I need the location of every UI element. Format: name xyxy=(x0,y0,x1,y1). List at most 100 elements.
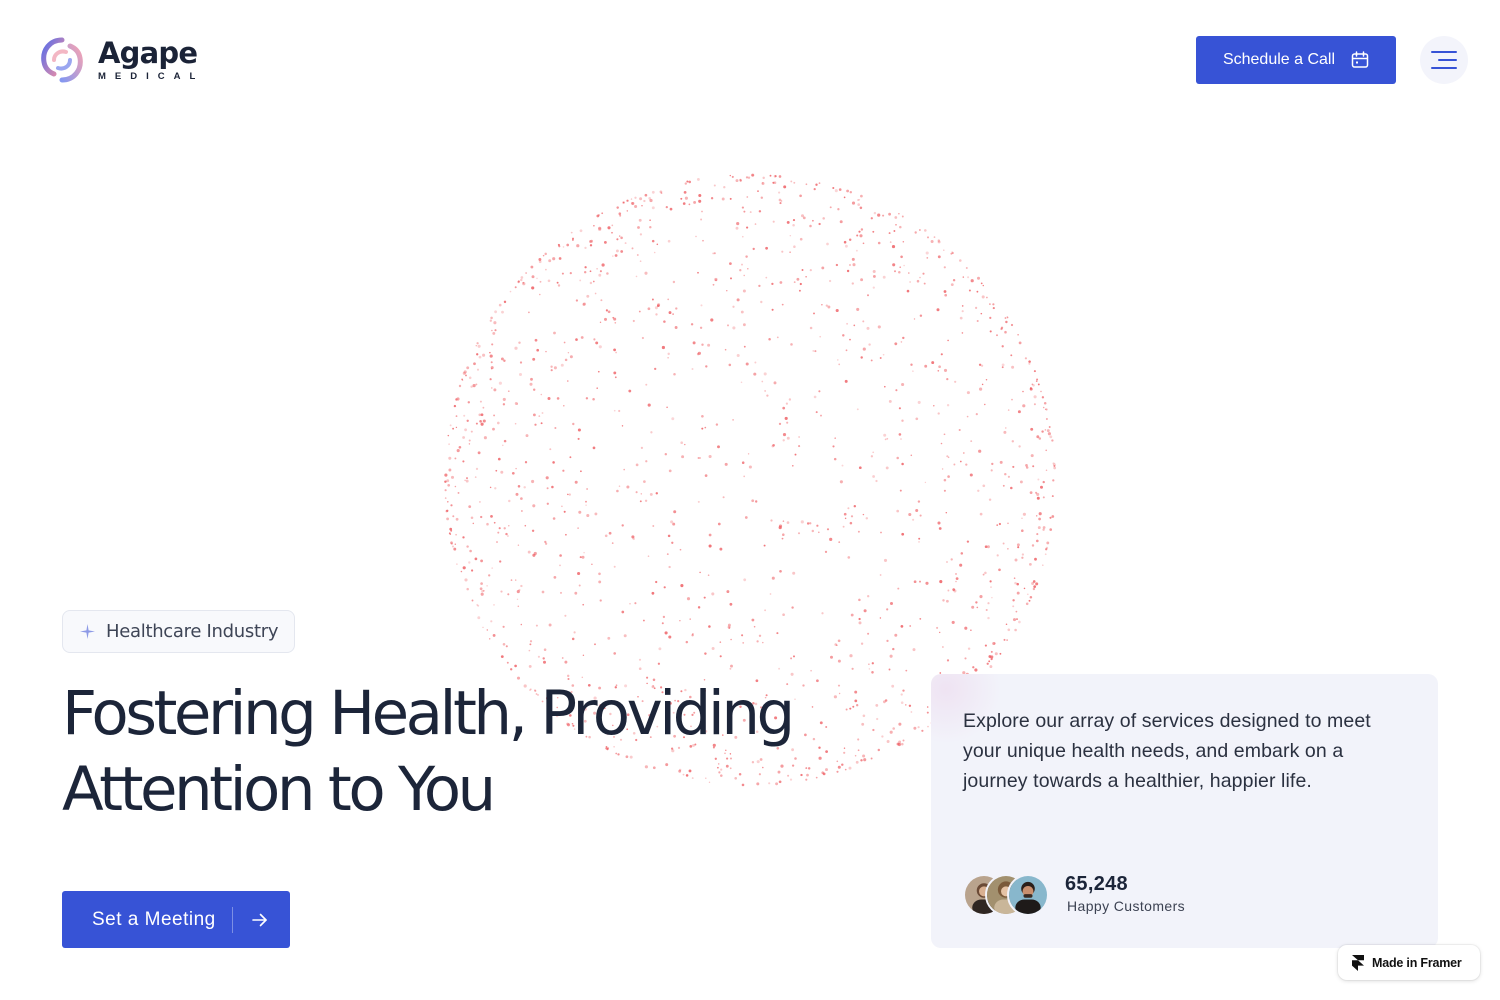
sphere-particle xyxy=(860,194,863,198)
sphere-particle xyxy=(989,330,992,333)
schedule-call-button[interactable]: Schedule a Call xyxy=(1196,36,1396,84)
sphere-particle xyxy=(959,316,963,320)
sphere-particle xyxy=(490,361,493,364)
sphere-particle xyxy=(544,540,547,544)
sphere-particle xyxy=(761,182,765,185)
sphere-particle xyxy=(936,626,939,629)
sphere-particle xyxy=(475,467,479,471)
sphere-particle xyxy=(964,626,968,630)
sphere-particle xyxy=(514,286,517,289)
sphere-particle xyxy=(463,370,467,374)
sphere-particle xyxy=(747,268,749,270)
sphere-particle xyxy=(1012,465,1015,468)
sphere-particle xyxy=(557,284,561,287)
sphere-particle xyxy=(740,310,744,314)
sphere-particle xyxy=(996,524,999,526)
sphere-particle xyxy=(802,216,806,220)
sphere-particle xyxy=(829,537,833,541)
industry-badge: Healthcare Industry xyxy=(62,610,296,653)
sphere-particle xyxy=(503,439,507,443)
sphere-particle xyxy=(578,510,582,514)
sphere-particle xyxy=(448,443,450,446)
sphere-particle xyxy=(987,602,990,605)
sphere-particle xyxy=(1023,587,1026,590)
sphere-particle xyxy=(834,643,837,646)
sphere-particle xyxy=(837,208,840,211)
sphere-particle xyxy=(978,449,982,453)
sphere-particle xyxy=(872,451,875,454)
sphere-particle xyxy=(895,389,898,392)
sphere-particle xyxy=(827,305,831,309)
sphere-particle xyxy=(1034,557,1037,561)
sphere-particle xyxy=(448,456,452,460)
sphere-particle xyxy=(663,586,666,589)
menu-button[interactable] xyxy=(1420,36,1468,84)
sphere-particle xyxy=(1016,591,1020,595)
sphere-particle xyxy=(1044,429,1047,431)
sphere-particle xyxy=(860,356,863,359)
sphere-particle xyxy=(937,369,940,372)
sphere-particle xyxy=(743,210,746,213)
sphere-particle xyxy=(768,338,771,341)
sphere-particle xyxy=(615,249,619,253)
sphere-particle xyxy=(482,589,485,592)
sphere-particle xyxy=(926,711,929,714)
sphere-particle xyxy=(482,353,486,357)
set-meeting-button[interactable]: Set a Meeting xyxy=(62,891,290,948)
sphere-particle xyxy=(868,663,870,666)
sphere-particle xyxy=(789,251,791,253)
sphere-particle xyxy=(585,504,587,506)
sphere-particle xyxy=(894,216,898,219)
sphere-particle xyxy=(696,352,700,356)
sphere-particle xyxy=(967,276,970,279)
sphere-particle xyxy=(566,243,570,247)
sphere-particle xyxy=(596,214,600,218)
sphere-particle xyxy=(784,416,788,420)
sphere-particle xyxy=(1042,528,1045,531)
sphere-particle xyxy=(537,655,540,658)
sphere-particle xyxy=(637,226,640,229)
sphere-particle xyxy=(449,527,453,531)
sphere-particle xyxy=(699,326,703,329)
sphere-particle xyxy=(818,222,821,226)
hamburger-menu-icon xyxy=(1431,51,1457,69)
sphere-particle xyxy=(450,541,453,545)
sphere-particle xyxy=(598,580,602,584)
sphere-particle xyxy=(601,212,604,215)
sphere-particle xyxy=(575,338,578,341)
avatar xyxy=(1007,874,1049,916)
sphere-particle xyxy=(724,348,727,351)
arrow-right-icon xyxy=(251,913,267,926)
sphere-particle xyxy=(889,241,892,243)
sphere-particle xyxy=(664,631,668,635)
sphere-particle xyxy=(639,260,642,263)
sphere-particle xyxy=(732,326,736,330)
sphere-particle xyxy=(679,619,681,622)
sphere-particle xyxy=(713,252,716,255)
sphere-particle xyxy=(946,599,949,603)
brand-logo[interactable]: Agape MEDICAL xyxy=(40,34,204,86)
sphere-particle xyxy=(704,426,707,429)
hero-title: Fostering Health, Providing Attention to… xyxy=(62,676,922,828)
sphere-particle xyxy=(697,271,699,274)
sphere-particle xyxy=(464,578,468,582)
sphere-particle xyxy=(577,571,581,576)
services-description: Explore our array of services designed t… xyxy=(963,710,1371,792)
sphere-particle xyxy=(882,275,886,279)
sphere-particle xyxy=(1031,544,1035,547)
sphere-particle xyxy=(707,343,711,347)
sphere-particle xyxy=(491,329,493,332)
industry-badge-label: Healthcare Industry xyxy=(106,621,279,642)
sphere-particle xyxy=(456,449,460,453)
made-in-framer-badge[interactable]: Made in Framer xyxy=(1338,945,1480,980)
sphere-particle xyxy=(479,587,483,591)
sphere-particle xyxy=(782,406,786,410)
sphere-particle xyxy=(901,419,904,422)
sphere-particle xyxy=(1025,466,1029,469)
sphere-particle xyxy=(711,592,715,596)
sphere-particle xyxy=(822,217,825,220)
sphere-particle xyxy=(919,314,923,317)
sphere-particle xyxy=(1031,582,1035,585)
sphere-particle xyxy=(572,237,574,240)
sphere-particle xyxy=(992,303,995,306)
